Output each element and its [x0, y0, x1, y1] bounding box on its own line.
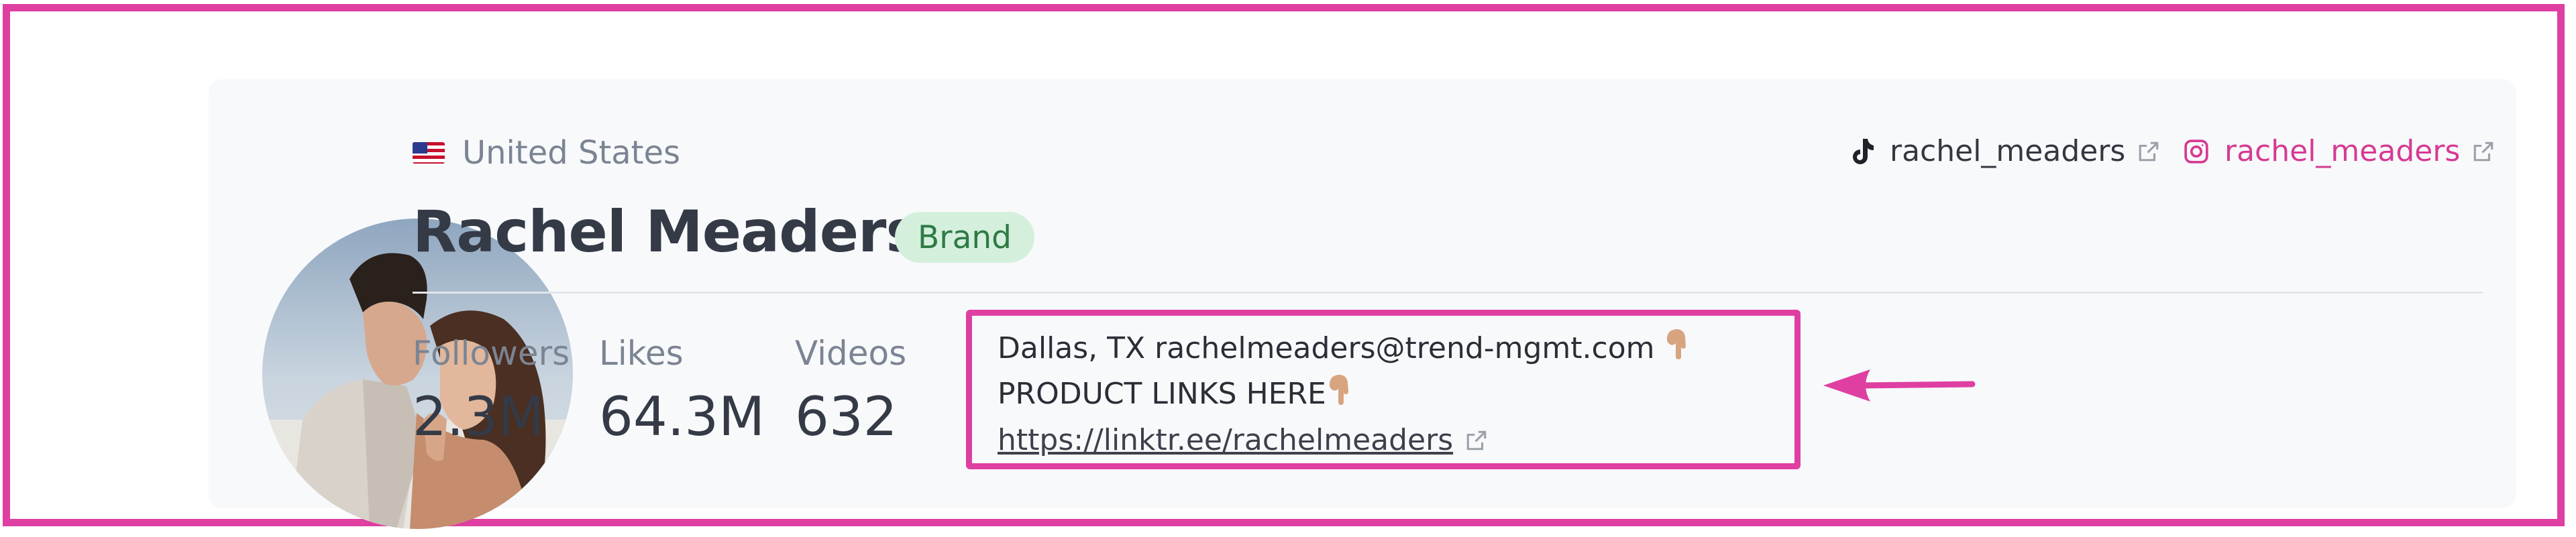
bio-highlight-box: Dallas, TX rachelmeaders@trend-mgmt.com … — [966, 310, 1801, 469]
external-link-icon — [2472, 140, 2495, 163]
bio-link[interactable]: https://linktr.ee/rachelmeaders — [998, 423, 1488, 457]
external-link-icon — [2137, 140, 2160, 163]
bio-text: Dallas, TX rachelmeaders@trend-mgmt.com … — [998, 326, 1782, 418]
instagram-link[interactable]: rachel_meaders — [2183, 134, 2495, 168]
pointing-down-hand-icon — [1328, 373, 1350, 418]
followers-label: Followers — [413, 334, 570, 373]
external-link-icon — [1465, 429, 1488, 452]
country: United States — [413, 134, 680, 172]
followers-value: 2.3M — [413, 385, 545, 448]
videos-label: Videos — [795, 334, 907, 373]
country-label: United States — [462, 134, 681, 172]
instagram-handle: rachel_meaders — [2224, 134, 2461, 168]
likes-label: Likes — [599, 334, 684, 373]
bio-location-email: Dallas, TX rachelmeaders@trend-mgmt.com — [998, 331, 1664, 365]
likes-value: 64.3M — [599, 385, 765, 448]
pointing-down-hand-icon — [1665, 328, 1688, 372]
us-flag-icon — [413, 142, 445, 164]
annotation-arrow-icon — [1823, 369, 1976, 402]
instagram-icon — [2183, 138, 2210, 165]
divider — [413, 292, 2483, 294]
videos-value: 632 — [795, 385, 898, 448]
tiktok-link[interactable]: rachel_meaders — [1849, 134, 2160, 168]
tiktok-handle: rachel_meaders — [1890, 134, 2126, 168]
bio-product-links: PRODUCT LINKS HERE — [998, 377, 1326, 411]
profile-name: Rachel Meaders — [413, 198, 920, 265]
bio-link-url[interactable]: https://linktr.ee/rachelmeaders — [998, 423, 1453, 457]
tiktok-icon — [1849, 137, 1875, 166]
brand-badge: Brand — [895, 212, 1034, 263]
